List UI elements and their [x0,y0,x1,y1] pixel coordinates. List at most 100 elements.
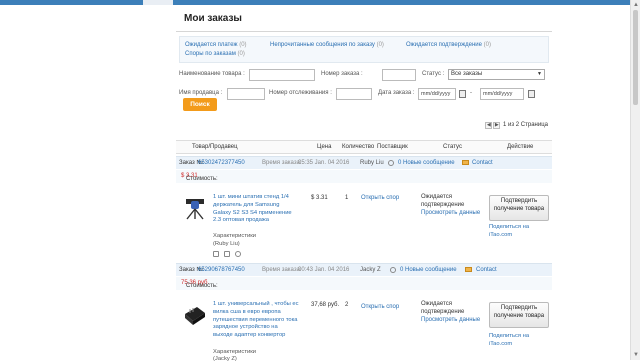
view-details-link[interactable]: Просмотреть данные [421,210,480,216]
item-qty: 1 [345,195,349,201]
divider [176,31,552,32]
order-header: Заказ №: 65302472377450 Время заказа: 05… [176,156,552,169]
table-header: Товар/Продавец Цена Количество Поставщик… [176,140,552,154]
chat-icon[interactable] [235,251,241,257]
item-price: $ 3.31 [311,195,328,201]
seller-name[interactable]: Ruby Liu [360,160,384,166]
filter-disputes[interactable]: Споры по заказам (0) [185,51,245,57]
chevron-down-icon: ▼ [537,71,542,77]
scrollbar-thumb[interactable] [633,10,638,105]
filter-awaiting-payment[interactable]: Ожидается платеж (0) [185,42,247,48]
document-icon[interactable] [224,251,230,257]
confirm-receipt-button[interactable]: Подтвердить получение товара [489,302,549,328]
open-dispute-link[interactable]: Открыть спор [361,195,399,201]
top-nav-active-tab[interactable] [143,0,173,5]
new-messages-link[interactable]: 0 Новые сообщение [398,160,455,166]
status-label: Статус : [422,71,445,77]
envelope-icon [462,160,471,166]
new-messages-link[interactable]: 0 Новые сообщение [400,267,457,273]
envelope-icon [465,267,474,273]
page-title: Мои заказы [184,13,242,24]
seller-name-label: Имя продавца : [179,90,223,96]
seller-name-input[interactable] [227,88,265,100]
filter-label[interactable]: Ожидается платеж [185,42,238,48]
filter-count: (0) [376,42,384,48]
order-time: 05:35 Jan. 04 2016 [298,160,350,166]
product-title-link[interactable]: 1 шт. мини штатив стенд 1/4 держатель дл… [213,194,299,225]
order-time-label: Время заказа: [262,160,302,166]
col-product: Товар/Продавец [192,144,238,150]
order-time: 00:43 Jan. 04 2016 [298,267,350,273]
order-status: Ожидается подтверждение [421,301,465,315]
order-number-link[interactable]: 65290678767450 [198,267,245,273]
col-supplier: Поставщик [377,144,408,150]
col-status: Статус [443,144,462,150]
order-number-link[interactable]: 65302472377450 [198,160,245,166]
prev-page-button[interactable]: ◀ [485,122,493,129]
share-site-link[interactable]: iTao.com [489,340,512,348]
filter-label[interactable]: Споры по заказам [185,51,236,57]
order-status: Ожидается подтверждение [421,194,465,208]
col-qty: Количество [342,144,375,150]
seller-name[interactable]: Jacky Z [360,267,381,273]
adapter-product-image[interactable] [182,302,208,328]
order-number-label: Номер заказа : [321,71,363,77]
filter-label[interactable]: Ожидается подтверждение [406,42,482,48]
date-from-input[interactable]: mm/dd/yyyy [418,88,456,100]
tracking-number-input[interactable] [336,88,372,100]
order-number-input[interactable] [382,69,416,81]
pagination: ◀ ▶ 1 из 2 Страница [485,122,548,129]
order-time-label: Время заказа: [262,267,302,273]
share-link[interactable]: Поделиться на [489,223,529,231]
scroll-up-icon[interactable]: ▲ [632,1,640,9]
filter-unread-messages[interactable]: Непрочитанные сообщения по заказу (0) [270,42,384,48]
cost-label: Стоимость: [186,176,218,182]
filter-count: (0) [237,51,245,57]
share-site-link[interactable]: iTao.com [489,231,512,239]
next-page-button[interactable]: ▶ [493,122,501,129]
col-action: Действие [507,144,534,150]
product-title-link[interactable]: 1 шт. универсальный , чтобы ес вилка сша… [213,301,299,340]
clock-icon[interactable] [213,251,219,257]
tracking-number-label: Номер отслеживания : [269,90,332,96]
confirm-receipt-button[interactable]: Подтвердить получение товара [489,195,549,221]
product-seller: (Ruby Liu) [213,241,240,247]
col-price: Цена [317,144,332,150]
search-button[interactable]: Поиск [183,98,217,111]
scrollbar[interactable]: ▲ ▼ [630,0,640,360]
order-cost: Стоимость: $ 3.31 [176,170,552,183]
status-select[interactable]: Все заказы ▼ [448,69,545,80]
filter-awaiting-confirmation[interactable]: Ожидается подтверждение (0) [406,42,491,48]
filter-count: (0) [483,42,491,48]
contact-link[interactable]: Contact [476,267,497,273]
chat-icon[interactable] [388,160,396,167]
scroll-down-icon[interactable]: ▼ [632,351,640,359]
product-name-label: Наименование товара : [179,71,245,77]
status-select-value: Все заказы [451,71,483,77]
order-cost: Стоимость: 75,36 руб. [176,277,552,290]
view-details-link[interactable]: Просмотреть данные [421,317,480,323]
calendar-icon[interactable] [528,90,535,98]
order-row: 1 шт. мини штатив стенд 1/4 держатель дл… [176,185,552,265]
contact-link[interactable]: Contact [472,160,493,166]
filter-label[interactable]: Непрочитанные сообщения по заказу [270,42,375,48]
open-dispute-link[interactable]: Открыть спор [361,304,399,310]
share-link[interactable]: Поделиться на [489,332,529,340]
order-date-label: Дата заказа : [378,90,415,96]
status-filter-box: Ожидается платеж (0) Непрочитанные сообщ… [179,36,549,63]
date-to-input[interactable]: mm/dd/yyyy [480,88,524,100]
item-qty: 2 [345,302,349,308]
filter-count: (0) [239,42,247,48]
order-row: 1 шт. универсальный , чтобы ес вилка сша… [176,292,552,362]
item-price: 37,68 руб. [311,302,340,308]
chat-icon[interactable] [390,267,398,274]
characteristics-label: Характеристики [213,233,256,239]
page-indicator: 1 из 2 Страница [503,122,548,128]
cost-label: Стоимость: [186,283,218,289]
product-name-input[interactable] [249,69,315,81]
tripod-product-image[interactable] [182,195,208,221]
order-header: Заказ №: 65290678767450 Время заказа: 00… [176,263,552,276]
date-separator: - [470,90,472,96]
calendar-icon[interactable] [459,90,466,98]
orders-panel: Мои заказы Ожидается платеж (0) Непрочит… [176,5,552,362]
